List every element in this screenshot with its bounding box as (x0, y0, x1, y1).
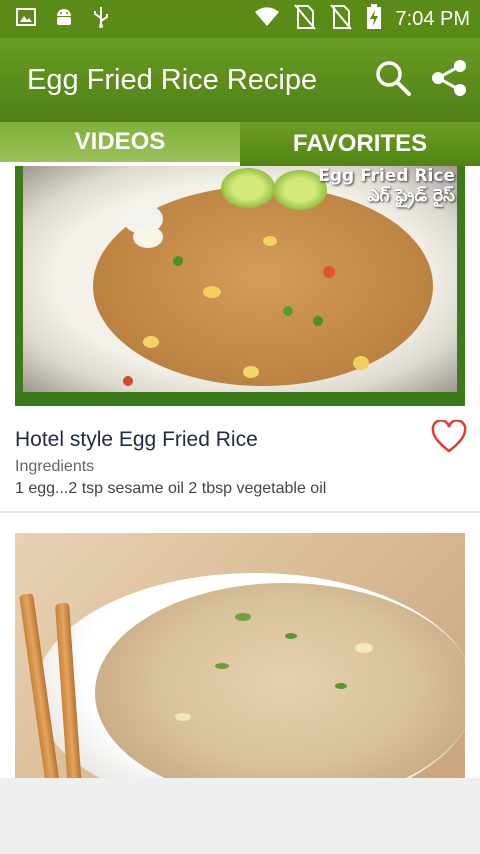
image-icon (16, 7, 36, 32)
app-title: Egg Fried Rice Recipe (27, 63, 318, 96)
tab-bar: VIDEOS FAVORITES (0, 122, 480, 166)
tab-favorites[interactable]: FAVORITES (240, 122, 480, 166)
bottom-area (0, 778, 480, 854)
video-description: 1 egg...2 tsp sesame oil 2 tbsp vegetabl… (15, 480, 327, 497)
video-thumbnail[interactable] (15, 533, 465, 778)
usb-icon (92, 6, 110, 33)
app-bar: Egg Fried Rice Recipe (0, 38, 480, 122)
share-icon[interactable] (430, 59, 468, 102)
status-time: 7:04 PM (395, 7, 470, 30)
search-icon[interactable] (374, 59, 412, 102)
video-title[interactable]: Hotel style Egg Fried Rice (15, 428, 258, 452)
wifi-icon (254, 6, 280, 32)
video-list[interactable]: Egg Fried Rice ఎగ్ ఫ్రైడ్ రైస్ Hotel sty… (0, 166, 480, 778)
android-icon (54, 6, 74, 33)
thumbnail-caption: Egg Fried Rice ఎగ్ ఫ్రైడ్ రైస్ (318, 166, 455, 206)
divider (0, 511, 480, 513)
thumbnail-image (35, 573, 465, 778)
no-sim-icon (329, 3, 352, 35)
heart-icon[interactable] (431, 419, 467, 459)
status-bar: 7:04 PM (0, 0, 480, 38)
no-sim-icon (293, 3, 316, 35)
battery-charging-icon (366, 3, 382, 35)
video-thumbnail[interactable]: Egg Fried Rice ఎగ్ ఫ్రైడ్ రైస్ (15, 166, 465, 406)
video-subtitle: Ingredients (15, 458, 95, 475)
tab-videos[interactable]: VIDEOS (0, 122, 240, 166)
